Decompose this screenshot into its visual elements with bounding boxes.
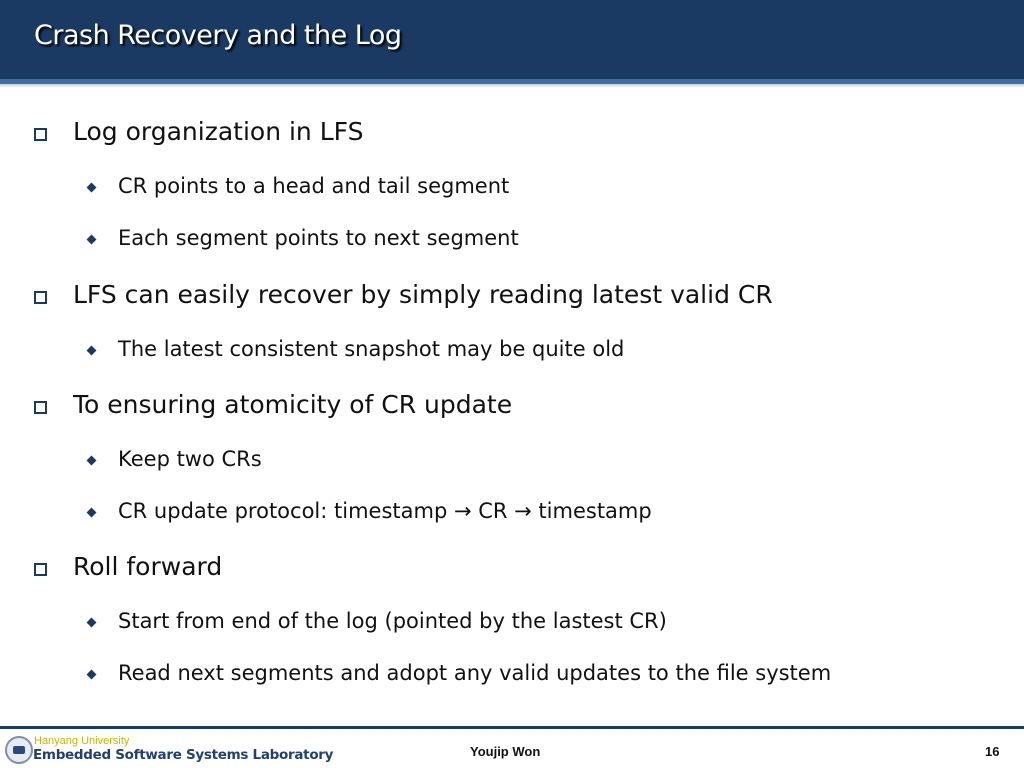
sub-bullet-text: The latest consistent snapshot may be qu… <box>118 337 625 361</box>
sub-bullet-text: Start from end of the log (pointed by th… <box>118 609 667 633</box>
university-name: Hanyang University <box>34 735 130 747</box>
bullet-text: LFS can easily recover by simply reading… <box>73 280 773 309</box>
seal-emblem <box>13 746 25 754</box>
diamond-bullet-icon <box>86 182 97 193</box>
square-bullet-icon <box>34 563 47 576</box>
sub-bullet-text: Each segment points to next segment <box>118 226 519 250</box>
sub-bullet-text: Keep two CRs <box>118 447 262 471</box>
diamond-bullet-icon <box>86 669 97 680</box>
sub-bullet-text: Read next segments and adopt any valid u… <box>118 661 832 685</box>
square-bullet-icon <box>34 291 47 304</box>
square-bullet-icon <box>34 128 47 141</box>
slide-title: Crash Recovery and the Log <box>34 20 402 51</box>
bullet-text: Roll forward <box>73 552 223 581</box>
bullet-text: Log organization in LFS <box>73 117 364 146</box>
square-bullet-icon <box>34 401 47 414</box>
diamond-bullet-icon <box>86 455 97 466</box>
diamond-bullet-icon <box>86 507 97 518</box>
sub-bullet-text: CR update protocol: timestamp → CR → tim… <box>118 499 652 523</box>
diamond-bullet-icon <box>86 617 97 628</box>
author-name: Youjip Won <box>470 744 541 759</box>
diamond-bullet-icon <box>86 234 97 245</box>
sub-bullet-text: CR points to a head and tail segment <box>118 174 510 198</box>
lab-name: Embedded Software Systems Laboratory <box>33 747 334 763</box>
title-bar-shadow <box>0 84 1024 88</box>
bullet-text: To ensuring atomicity of CR update <box>73 390 513 419</box>
page-number: 16 <box>985 744 1000 759</box>
footer-divider <box>0 726 1024 729</box>
university-seal-icon <box>5 736 33 764</box>
diamond-bullet-icon <box>86 345 97 356</box>
